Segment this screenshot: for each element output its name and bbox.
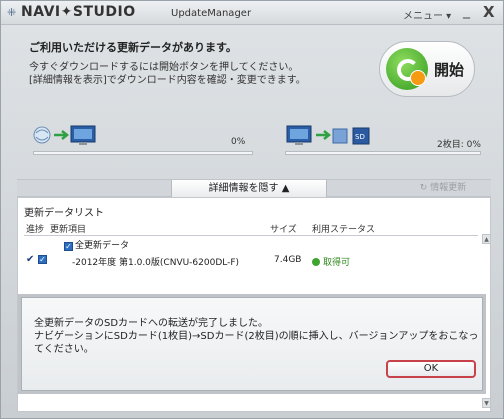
all-updates-row[interactable]: ✓ 全更新データ (64, 238, 129, 251)
app-logo-icon: ⁜ (7, 6, 17, 19)
dialog-message-line-3: てください。 (34, 344, 94, 355)
svg-text:SD: SD (355, 133, 365, 141)
header-item: 更新項目 (50, 225, 87, 235)
row-size: 7.4GB (274, 255, 302, 265)
download-percent: 0% (231, 137, 246, 147)
update-manager-window: ⁜ NAVI✦STUDIO UpdateManager メニュー ▾ _ X ご… (0, 0, 504, 419)
header-size: サイズ (270, 225, 297, 235)
title-bar: ⁜ NAVI✦STUDIO UpdateManager メニュー ▾ _ X (1, 1, 503, 25)
row-status-label: 取得可 (323, 258, 351, 268)
all-updates-label: 全更新データ (75, 241, 130, 251)
sd-transfer-percent: 2枚目: 0% (437, 140, 481, 150)
start-button[interactable]: 開始 (379, 41, 475, 97)
dialog-message-line-2: ナビゲーションにSDカード(1枚目)→SDカード(2枚目)の順に挿入し、バージョ… (34, 331, 479, 342)
app-subtitle: UpdateManager (171, 8, 252, 19)
scroll-up-button[interactable]: ▲ (482, 234, 491, 244)
ok-button[interactable]: OK (386, 360, 476, 378)
header-progress: 進捗 (26, 225, 45, 235)
download-progress-bar (33, 151, 253, 155)
sd-progress-bar (285, 151, 481, 155)
internet-to-pc-icon (33, 125, 96, 145)
status-dot-icon (312, 258, 320, 266)
header-status: 利用ステータス (312, 225, 376, 235)
download-badge-icon (410, 70, 426, 86)
table-row[interactable]: ✔ ✓ -2012年度 第1.0.0版(CNVU-6200DL-F) 7.4GB… (24, 254, 478, 268)
row-status: 取得可 (312, 255, 350, 268)
detail-bar: 詳細情報を隠す ▲ ↻ 情報更新 (17, 179, 491, 197)
start-label: 開始 (434, 61, 465, 79)
hide-details-button[interactable]: 詳細情報を隠す ▲ (171, 180, 327, 197)
all-updates-checkbox[interactable]: ✓ (64, 242, 73, 251)
minimize-button[interactable]: _ (463, 3, 470, 19)
transfer-complete-dialog: 全更新データのSDカードへの転送が完了しました。 ナビゲーションにSDカード(1… (21, 297, 483, 391)
refresh-info-button[interactable]: ↻ 情報更新 (401, 180, 485, 197)
row-checkbox[interactable]: ✓ (38, 255, 47, 264)
list-header: 進捗 更新項目 サイズ 利用ステータス (24, 222, 478, 235)
pc-to-sd-icon: SD (286, 125, 370, 145)
scroll-down-button[interactable]: ▼ (482, 398, 491, 408)
description-line-2: [詳細情報を表示]でダウンロード内容を確認・変更できます。 (29, 75, 306, 86)
app-name: NAVI✦STUDIO (21, 4, 136, 20)
menu-button[interactable]: メニュー ▾ (403, 7, 451, 22)
headline: ご利用いただける更新データがあります。 (29, 41, 237, 54)
row-item-name: -2012年度 第1.0.0版(CNVU-6200DL-F) (72, 258, 240, 268)
complete-check-icon: ✔ (26, 254, 35, 265)
list-title: 更新データリスト (24, 208, 104, 219)
close-button[interactable]: X (483, 3, 495, 21)
header-divider (24, 235, 478, 236)
